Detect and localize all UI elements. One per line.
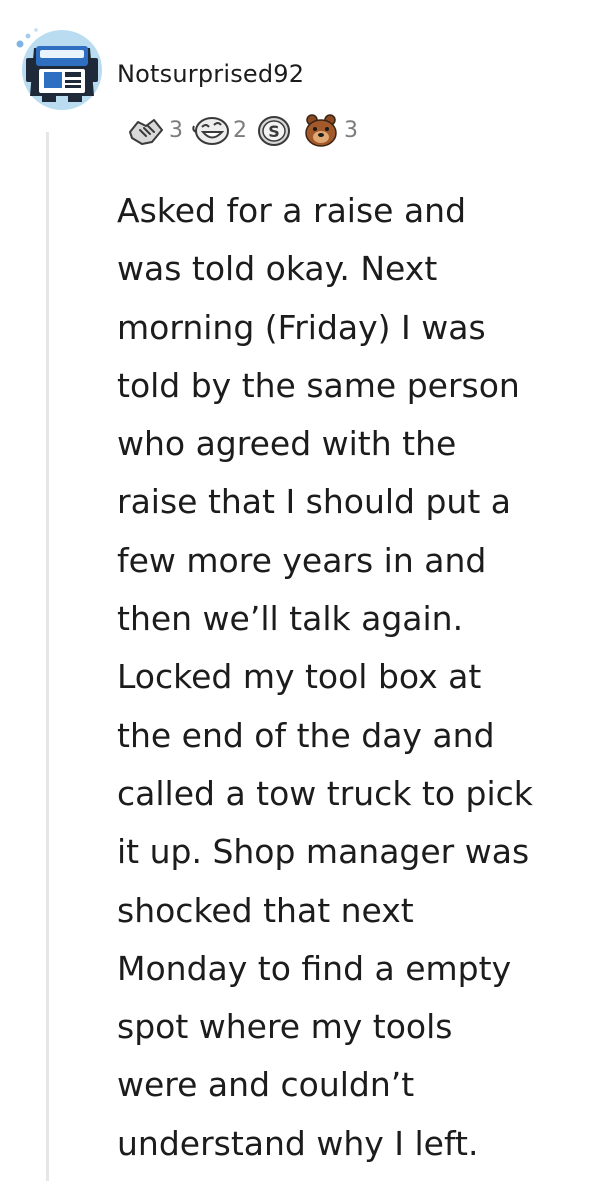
award-count: 2 (233, 117, 247, 143)
robot-avatar-icon (16, 28, 102, 110)
comment-author[interactable]: Notsurprised92 (117, 60, 304, 88)
comment-line: called a tow truck to pick (117, 773, 533, 813)
comment-line: told by the same person (117, 365, 520, 405)
comment-line: it up. Shop manager was (117, 832, 530, 872)
award-count: 3 (344, 117, 358, 143)
comment-line: the end of the day and (117, 715, 495, 755)
bear-award-icon (305, 114, 337, 147)
comment-line: Locked my tool box at (117, 657, 482, 697)
handshake-award-icon (129, 119, 163, 145)
comment-line: morning (Friday) I was (117, 307, 486, 347)
comment-line: Asked for a raise and (117, 191, 467, 230)
comment-line: then we’ll talk again. (117, 599, 464, 639)
comment-line: understand why I left. (117, 1123, 479, 1163)
thread-line[interactable] (46, 132, 49, 1181)
award-handshake[interactable]: 3 (126, 112, 183, 148)
comment-line: were and couldn’t (117, 1065, 415, 1105)
award-silver[interactable]: S (254, 112, 294, 148)
comment-line: who agreed with the (117, 424, 457, 464)
laughing-face-award-icon (192, 117, 229, 145)
comment-line: Monday to find a empty (117, 948, 512, 988)
silver-s-coin-award-icon: S (258, 116, 290, 146)
comment-line: few more years in and (117, 540, 487, 580)
comment-line: raise that I should put a (117, 482, 512, 522)
avatar[interactable] (6, 14, 106, 114)
award-laughing[interactable]: 2 (190, 112, 247, 148)
comment-line: was told okay. Next (117, 249, 438, 289)
comment-body: Asked for a raise and was told okay. Nex… (117, 182, 587, 1173)
svg-text:S: S (268, 122, 280, 141)
award-count: 3 (169, 117, 183, 143)
comment-line: spot where my tools (117, 1007, 453, 1047)
award-bear[interactable]: 3 (301, 112, 358, 148)
awards-row: 3 2 S 3 (126, 110, 365, 150)
comment-line: shocked that next (117, 890, 414, 930)
